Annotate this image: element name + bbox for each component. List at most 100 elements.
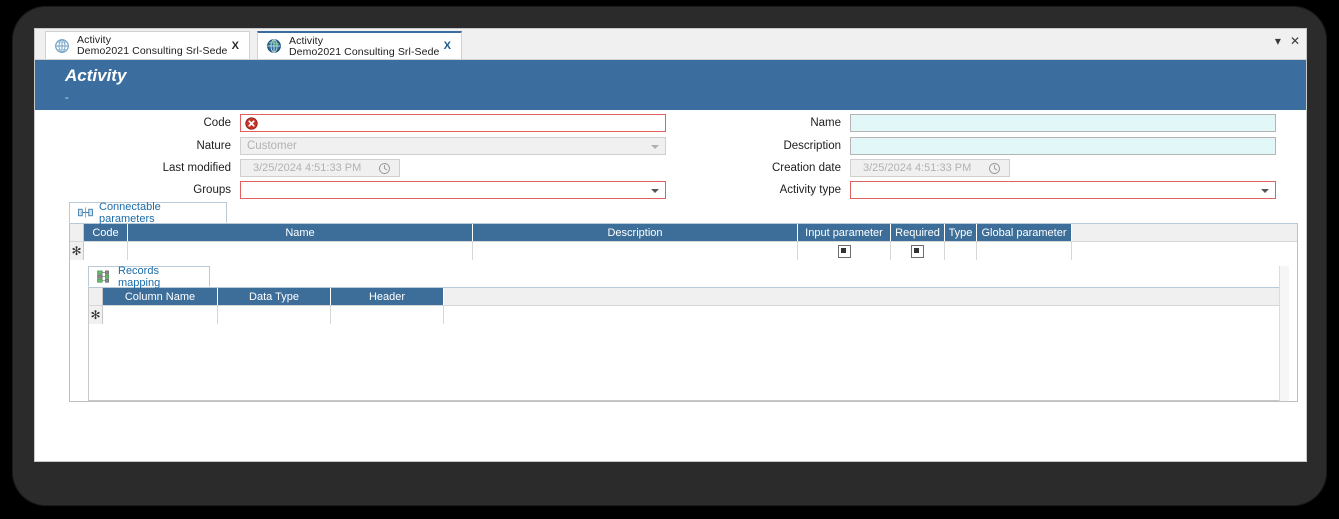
close-icon[interactable]: X xyxy=(228,40,243,52)
groups-combo[interactable] xyxy=(240,181,666,199)
field-row-description: Description xyxy=(725,136,1276,156)
grid-header-row: Column Name Data Type Header xyxy=(89,288,1288,305)
checkbox-required[interactable] xyxy=(911,244,924,258)
cell-name[interactable] xyxy=(128,242,473,260)
last-modified-date: 3/25/2024 4:51:33 PM xyxy=(240,159,400,177)
label-last-modified: Last modified xyxy=(162,162,231,174)
tab-connectable-parameters[interactable]: Connectable parameters xyxy=(69,200,227,225)
tab-subtitle-line: Demo2021 Consulting Srl-Sede xyxy=(77,45,228,56)
page-title: Activity xyxy=(65,66,127,85)
grid-col-name[interactable]: Name xyxy=(128,224,473,241)
application-window: Activity Demo2021 Consulting Srl-Sede X … xyxy=(34,28,1307,462)
description-input[interactable] xyxy=(850,137,1276,155)
connectable-parameters-grid: Code Name Description Input parameter Re… xyxy=(69,224,1298,402)
records-mapping-grid-container: Column Name Data Type Header ✻ xyxy=(88,288,1289,401)
field-row-nature: Nature Customer xyxy=(105,136,666,156)
cell-description[interactable] xyxy=(473,242,798,260)
grid-col-filler xyxy=(444,288,1288,305)
cell-type[interactable] xyxy=(945,242,977,260)
device-bezel: Activity Demo2021 Consulting Srl-Sede X … xyxy=(12,6,1327,506)
cell-code[interactable] xyxy=(84,242,128,260)
connectable-parameters-panel: Connectable parameters Code Name Descrip… xyxy=(69,200,1298,402)
chevron-down-icon[interactable] xyxy=(1261,189,1269,193)
creation-date: 3/25/2024 4:51:33 PM xyxy=(850,159,1010,177)
label-groups: Groups xyxy=(193,184,231,196)
field-row-groups: Groups xyxy=(105,180,666,200)
grid-col-global-parameter[interactable]: Global parameter xyxy=(977,224,1072,241)
clock-icon xyxy=(378,162,391,175)
grid-col-description[interactable]: Description xyxy=(473,224,798,241)
cell-input-parameter[interactable] xyxy=(798,242,891,260)
grid-col-column-name[interactable]: Column Name xyxy=(103,288,218,305)
last-modified-value: 3/25/2024 4:51:33 PM xyxy=(253,162,362,174)
tab-records-mapping[interactable]: Records mapping xyxy=(88,264,210,289)
table-row[interactable]: ✻ xyxy=(89,305,1288,324)
grid-col-input-parameter[interactable]: Input parameter xyxy=(798,224,891,241)
tab-label: Records mapping xyxy=(118,264,161,289)
cell-required[interactable] xyxy=(891,242,945,260)
page-banner: Activity - xyxy=(35,60,1306,110)
grid-col-data-type[interactable]: Data Type xyxy=(218,288,331,305)
error-circle-icon xyxy=(245,117,258,130)
cell-data-type[interactable] xyxy=(218,306,331,324)
document-tab-label: Activity Demo2021 Consulting Srl-Sede xyxy=(289,36,440,57)
chevron-down-icon[interactable] xyxy=(651,145,659,149)
label-nature: Nature xyxy=(196,140,231,152)
grid-col-filler xyxy=(1072,224,1297,241)
activity-type-combo[interactable] xyxy=(850,181,1276,199)
chevron-down-icon[interactable] xyxy=(651,189,659,193)
tab-title-line: Activity xyxy=(77,35,112,46)
name-input[interactable] xyxy=(850,114,1276,132)
tab-subtitle-line: Demo2021 Consulting Srl-Sede xyxy=(289,45,440,57)
cell-global-parameter[interactable] xyxy=(977,242,1072,260)
grid-col-rowselect xyxy=(89,288,103,305)
grid-col-code[interactable]: Code xyxy=(84,224,128,241)
connector-icon xyxy=(78,206,93,219)
creation-date-value: 3/25/2024 4:51:33 PM xyxy=(863,162,972,174)
document-tab-activity-1[interactable]: Activity Demo2021 Consulting Srl-Sede X xyxy=(45,31,250,59)
label-creation-date: Creation date xyxy=(771,162,841,174)
document-tab-activity-2[interactable]: Activity Demo2021 Consulting Srl-Sede X xyxy=(257,31,462,59)
window-controls: ▾ ✕ xyxy=(1275,34,1300,48)
tab-label: Connectable parameters xyxy=(99,200,161,225)
close-icon[interactable]: ✕ xyxy=(1290,34,1300,48)
cell-filler xyxy=(1072,242,1297,260)
grid-header-row: Code Name Description Input parameter Re… xyxy=(70,224,1297,241)
cell-filler xyxy=(444,306,1288,324)
records-grid-empty-area xyxy=(89,324,1288,400)
grid-col-rowselect xyxy=(70,224,84,241)
chevron-down-icon[interactable]: ▾ xyxy=(1275,34,1281,48)
checkbox-input-parameter[interactable] xyxy=(837,244,851,258)
document-tab-strip: Activity Demo2021 Consulting Srl-Sede X … xyxy=(35,29,1306,60)
label-activity-type: Activity type xyxy=(779,184,841,196)
records-mapping-panel: Records mapping Column Name Data Type He… xyxy=(88,264,1289,401)
field-row-activity-type: Activity type xyxy=(725,180,1276,200)
label-code: Code xyxy=(203,117,232,129)
field-row-code: Code xyxy=(105,113,666,133)
grid-col-header[interactable]: Header xyxy=(331,288,444,305)
label-description: Description xyxy=(783,140,841,152)
field-row-name: Name xyxy=(725,113,1276,133)
document-tab-label: Activity Demo2021 Consulting Srl-Sede xyxy=(77,35,228,56)
page-subtitle: - xyxy=(65,92,69,104)
records-grid-icon xyxy=(97,270,112,283)
row-new-marker: ✻ xyxy=(89,306,103,324)
vertical-scrollbar[interactable] xyxy=(1279,266,1289,401)
tab-title-line: Activity xyxy=(289,35,324,47)
nature-combo[interactable]: Customer xyxy=(240,137,666,155)
grid-col-type[interactable]: Type xyxy=(945,224,977,241)
records-tab-strip: Records mapping xyxy=(88,264,1289,289)
field-row-creation-date: Creation date 3/25/2024 4:51:33 PM xyxy=(725,158,1010,178)
cell-column-name[interactable] xyxy=(103,306,218,324)
label-name: Name xyxy=(810,117,841,129)
cell-header[interactable] xyxy=(331,306,444,324)
close-icon[interactable]: X xyxy=(440,40,455,52)
row-new-marker: ✻ xyxy=(70,242,84,260)
globe-icon xyxy=(54,38,70,54)
clock-icon xyxy=(988,162,1001,175)
code-input[interactable] xyxy=(240,114,666,132)
globe-icon xyxy=(266,38,282,54)
table-row[interactable]: ✻ xyxy=(70,241,1297,260)
activity-form: Code Nature Customer Last modified 3/25/… xyxy=(35,110,1306,202)
grid-col-required[interactable]: Required xyxy=(891,224,945,241)
